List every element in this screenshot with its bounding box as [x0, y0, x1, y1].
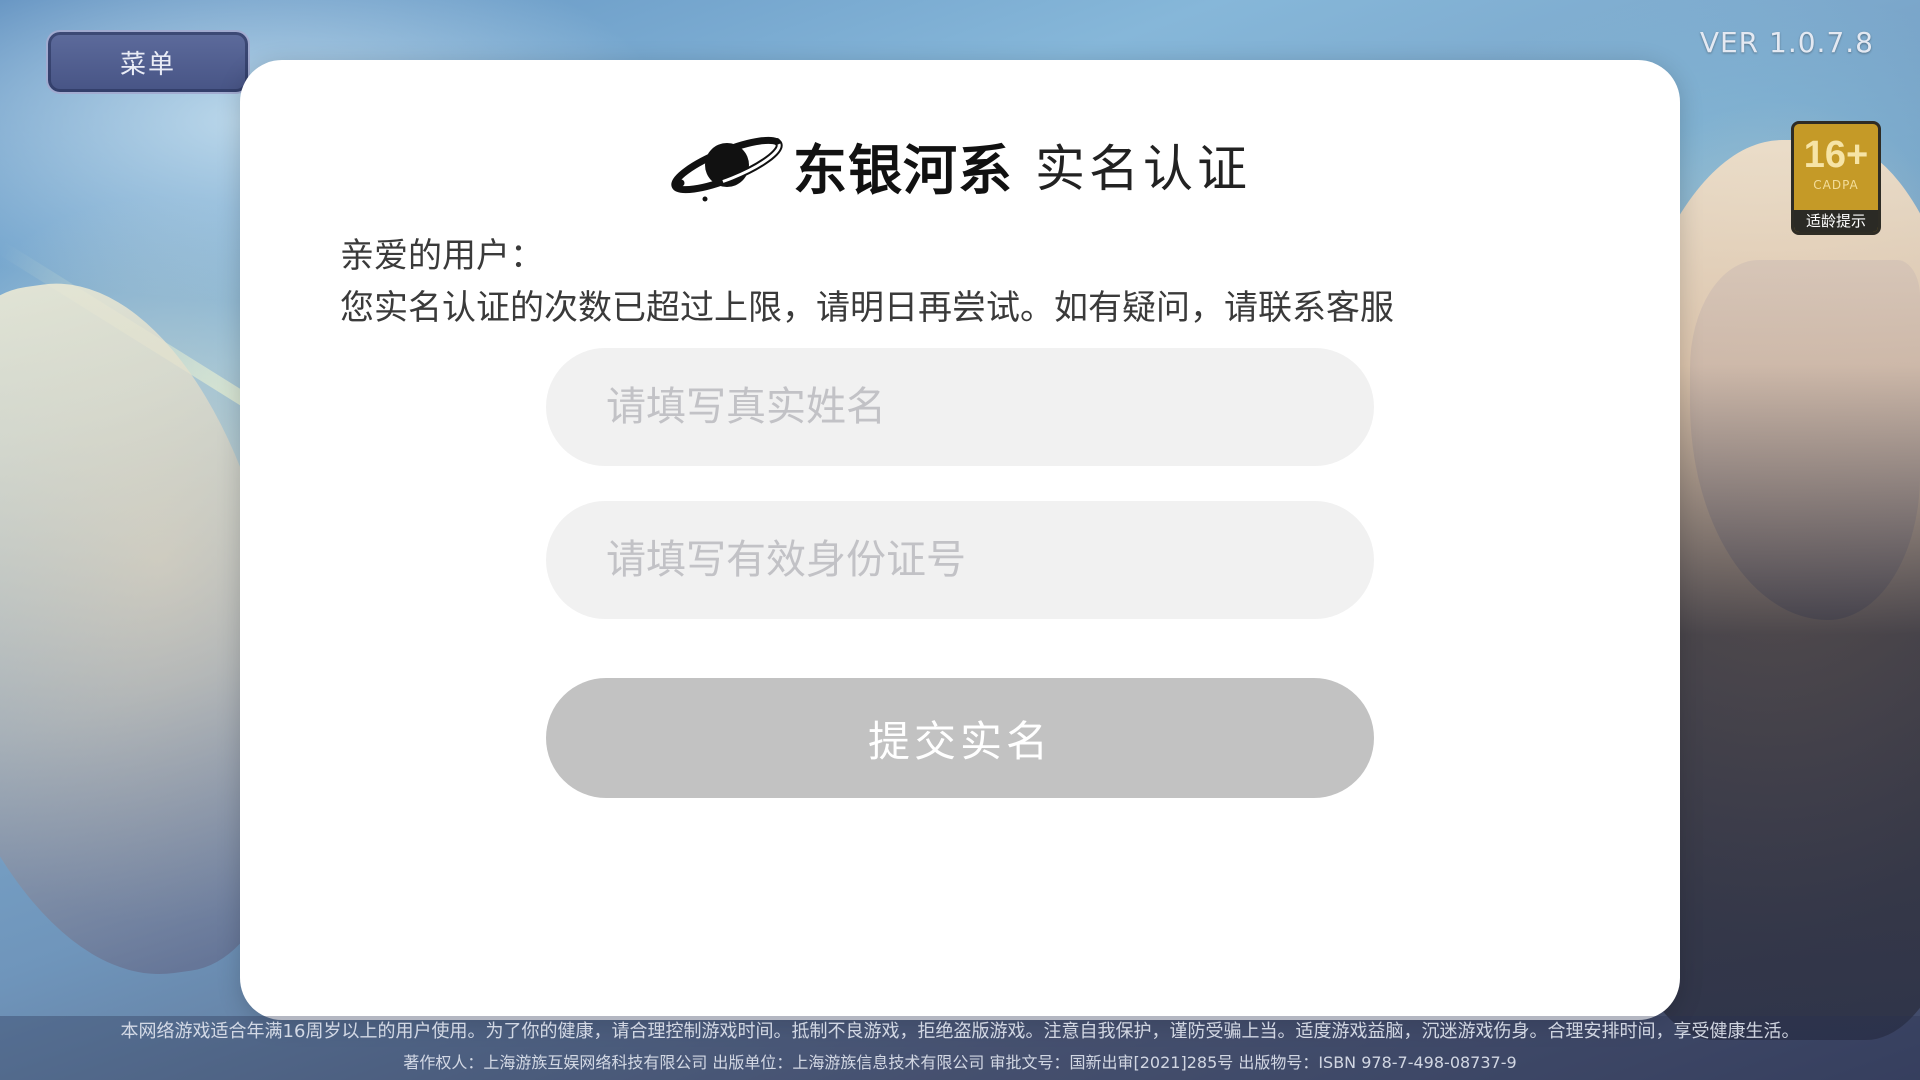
- menu-button[interactable]: 菜单: [46, 30, 250, 94]
- age-rating-badge[interactable]: 16+ CADPA 适龄提示: [1791, 121, 1881, 235]
- planet-ring-icon: [671, 136, 783, 202]
- id-number-input[interactable]: [604, 536, 1374, 584]
- real-name-input[interactable]: [604, 383, 1374, 431]
- limit-exceeded-message: 您实名认证的次数已超过上限，请明日再尝试。如有疑问，请联系客服: [340, 288, 1394, 328]
- id-number-field[interactable]: [546, 501, 1374, 619]
- footer: 本网络游戏适合年满16周岁以上的用户使用。为了你的健康，请合理控制游戏时间。抵制…: [0, 1016, 1920, 1080]
- brand-name: 东银河系: [793, 138, 1013, 202]
- greeting-text: 亲爱的用户：: [340, 236, 544, 276]
- brand-logo: 东银河系: [669, 115, 1013, 215]
- dialog-title: 实名认证: [1035, 140, 1251, 198]
- age-rating-number: 16+: [1803, 134, 1869, 176]
- real-name-field[interactable]: [546, 348, 1374, 466]
- publication-credits: 著作权人：上海游族互娱网络科技有限公司 出版单位：上海游族信息技术有限公司 审批…: [403, 1053, 1517, 1072]
- age-rating-org: CADPA: [1813, 178, 1859, 192]
- submit-real-name-button[interactable]: 提交实名: [546, 678, 1374, 798]
- dialog-header: 东银河系 实名认证: [240, 115, 1680, 215]
- real-name-auth-dialog: 东银河系 实名认证 亲爱的用户： 您实名认证的次数已超过上限，请明日再尝试。如有…: [240, 60, 1680, 1020]
- age-rating-tip: 适龄提示: [1794, 210, 1878, 232]
- health-notice: 本网络游戏适合年满16周岁以上的用户使用。为了你的健康，请合理控制游戏时间。抵制…: [120, 1021, 1800, 1042]
- version-label: VER 1.0.7.8: [1699, 26, 1874, 59]
- game-screen: 菜单 VER 1.0.7.8 16+ CADPA 适龄提示 东银河系 实名认证 …: [0, 0, 1920, 1080]
